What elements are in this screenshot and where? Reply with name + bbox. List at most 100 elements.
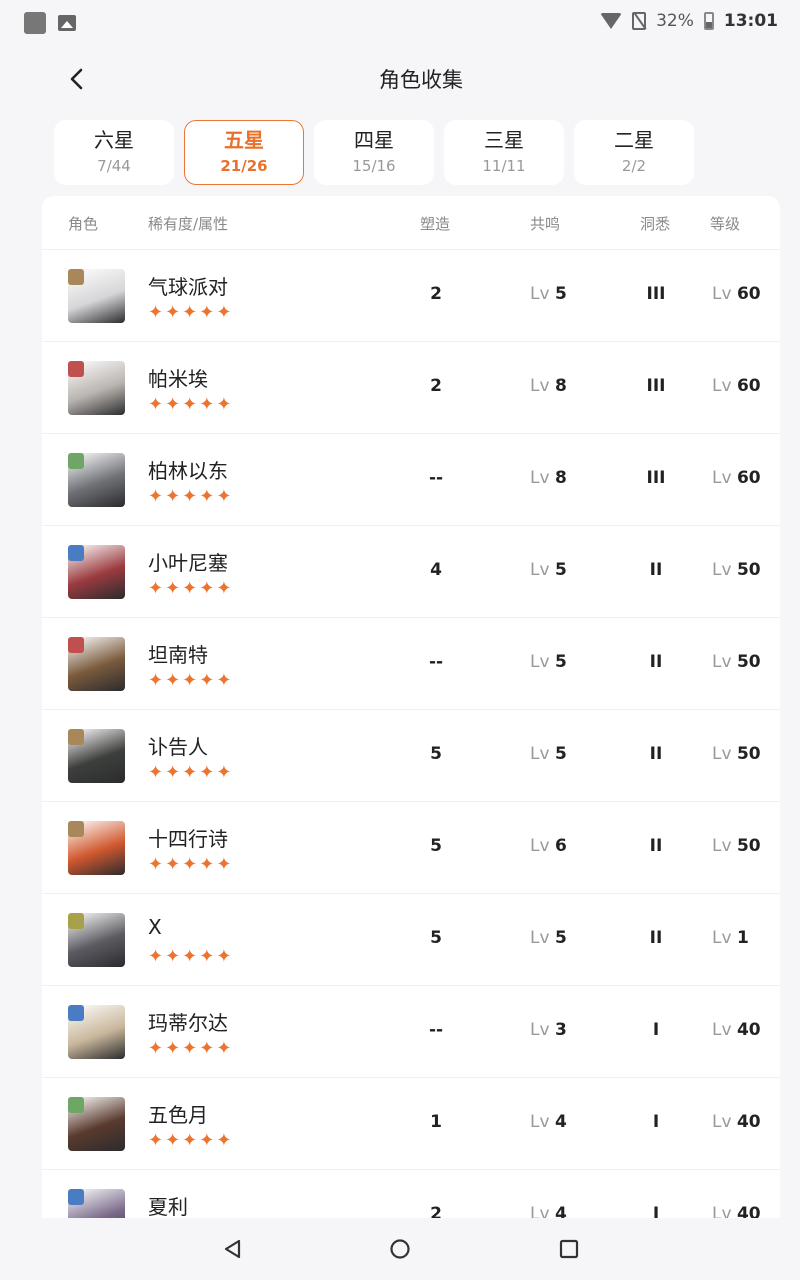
- lv-prefix: Lv: [712, 1204, 732, 1218]
- insight-value: III: [646, 468, 666, 488]
- resonance-number: 8: [554, 468, 567, 488]
- lv-prefix: Lv: [530, 1020, 550, 1040]
- table-row[interactable]: 小叶尼塞 ✦✦✦✦✦ 4 Lv 5 II Lv 50: [42, 526, 780, 618]
- level-number: 40: [736, 1020, 761, 1040]
- tab-label: 二星: [614, 128, 654, 152]
- insight-value: II: [649, 928, 663, 948]
- level-value: Lv 40: [712, 1204, 780, 1218]
- attribute-icon: [68, 729, 84, 745]
- character-name: 帕米埃: [148, 367, 208, 391]
- column-header-shaping: 塑造: [420, 215, 451, 233]
- tab-five-star[interactable]: 五星 21/26: [184, 120, 304, 185]
- level-number: 60: [736, 376, 761, 396]
- resonance-number: 4: [554, 1204, 567, 1218]
- character-name: 坦南特: [148, 643, 208, 667]
- tab-six-star[interactable]: 六星 7/44: [54, 120, 174, 185]
- insight-value: III: [646, 376, 666, 396]
- table-row[interactable]: 十四行诗 ✦✦✦✦✦ 5 Lv 6 II Lv 50: [42, 802, 780, 894]
- insight-value: I: [652, 1112, 660, 1132]
- table-body: 气球派对 ✦✦✦✦✦ 2 Lv 5 III Lv 60 帕米埃 ✦✦✦✦✦ 2 …: [42, 250, 780, 1218]
- shaping-value: 5: [430, 744, 442, 764]
- table-row[interactable]: 柏林以东 ✦✦✦✦✦ -- Lv 8 III Lv 60: [42, 434, 780, 526]
- resonance-value: Lv 5: [530, 560, 610, 580]
- nav-back-icon[interactable]: [222, 1238, 244, 1260]
- system-nav-bar: [0, 1218, 800, 1280]
- table-row[interactable]: 坦南特 ✦✦✦✦✦ -- Lv 5 II Lv 50: [42, 618, 780, 710]
- attribute-icon: [68, 821, 84, 837]
- lv-prefix: Lv: [530, 1112, 550, 1132]
- wifi-icon: [600, 13, 623, 29]
- lv-prefix: Lv: [712, 928, 732, 948]
- status-icons-left: [24, 12, 76, 34]
- rarity-stars: ✦✦✦✦✦: [148, 394, 234, 415]
- attribute-icon: [68, 1189, 84, 1205]
- resonance-number: 5: [554, 928, 567, 948]
- tab-count: 11/11: [482, 157, 526, 175]
- lv-prefix: Lv: [712, 284, 732, 304]
- character-table: 角色 稀有度/属性 塑造 共鸣 洞悉 等级 气球派对 ✦✦✦✦✦ 2 Lv 5 …: [42, 196, 780, 1218]
- lv-prefix: Lv: [530, 376, 550, 396]
- table-row[interactable]: X ✦✦✦✦✦ 5 Lv 5 II Lv 1: [42, 894, 780, 986]
- character-name: 夏利: [148, 1195, 188, 1218]
- lv-prefix: Lv: [530, 560, 550, 580]
- lv-prefix: Lv: [530, 928, 550, 948]
- tab-four-star[interactable]: 四星 15/16: [314, 120, 434, 185]
- rarity-stars: ✦✦✦✦✦: [148, 486, 234, 507]
- tab-label: 五星: [224, 128, 264, 152]
- resonance-number: 4: [554, 1112, 567, 1132]
- clock: 13:01: [723, 11, 778, 31]
- nav-recents-icon[interactable]: [558, 1238, 580, 1260]
- table-row[interactable]: 帕米埃 ✦✦✦✦✦ 2 Lv 8 III Lv 60: [42, 342, 780, 434]
- resonance-value: Lv 6: [530, 836, 610, 856]
- column-header-resonance: 共鸣: [530, 215, 561, 233]
- shaping-value: 2: [430, 376, 442, 396]
- battery-icon: [703, 12, 714, 30]
- resonance-value: Lv 4: [530, 1204, 610, 1218]
- app-notification-icon: [24, 12, 46, 34]
- header: 角色收集: [42, 44, 800, 116]
- level-value: Lv 60: [712, 468, 780, 488]
- shaping-value: --: [428, 1020, 444, 1040]
- lv-prefix: Lv: [530, 468, 550, 488]
- insight-value: I: [652, 1204, 660, 1218]
- shaping-value: --: [428, 652, 444, 672]
- character-name: 十四行诗: [148, 827, 228, 851]
- shaping-value: --: [428, 468, 444, 488]
- table-row[interactable]: 五色月 ✦✦✦✦✦ 1 Lv 4 I Lv 40: [42, 1078, 780, 1170]
- tab-label: 四星: [354, 128, 394, 152]
- attribute-icon: [68, 913, 84, 929]
- table-row[interactable]: 讣告人 ✦✦✦✦✦ 5 Lv 5 II Lv 50: [42, 710, 780, 802]
- level-value: Lv 50: [712, 652, 780, 672]
- rarity-tabs: 六星 7/44 五星 21/26 四星 15/16 三星 11/11 二星 2/…: [54, 120, 694, 185]
- resonance-value: Lv 3: [530, 1020, 610, 1040]
- resonance-number: 5: [554, 284, 567, 304]
- insight-value: I: [652, 1020, 660, 1040]
- rarity-stars: ✦✦✦✦✦: [148, 946, 234, 967]
- status-icons-right: 32% 13:01: [600, 11, 778, 31]
- character-name: X: [148, 915, 162, 939]
- tab-three-star[interactable]: 三星 11/11: [444, 120, 564, 185]
- attribute-icon: [68, 1005, 84, 1021]
- tab-count: 7/44: [97, 157, 131, 175]
- tab-two-star[interactable]: 二星 2/2: [574, 120, 694, 185]
- insight-value: II: [649, 652, 663, 672]
- table-row[interactable]: 夏利 ✦✦✦✦✦ 2 Lv 4 I Lv 40: [42, 1170, 780, 1218]
- image-notification-icon: [58, 15, 76, 31]
- table-row[interactable]: 玛蒂尔达 ✦✦✦✦✦ -- Lv 3 I Lv 40: [42, 986, 780, 1078]
- attribute-icon: [68, 453, 84, 469]
- lv-prefix: Lv: [530, 284, 550, 304]
- resonance-number: 6: [554, 836, 567, 856]
- resonance-value: Lv 5: [530, 928, 610, 948]
- column-header-role: 角色: [68, 215, 99, 233]
- character-name: 五色月: [148, 1103, 208, 1127]
- level-number: 60: [736, 468, 761, 488]
- attribute-icon: [68, 269, 84, 285]
- nav-home-icon[interactable]: [389, 1238, 411, 1260]
- resonance-value: Lv 5: [530, 284, 610, 304]
- resonance-value: Lv 5: [530, 744, 610, 764]
- table-row[interactable]: 气球派对 ✦✦✦✦✦ 2 Lv 5 III Lv 60: [42, 250, 780, 342]
- level-value: Lv 40: [712, 1112, 780, 1132]
- lv-prefix: Lv: [530, 836, 550, 856]
- tab-count: 2/2: [621, 157, 647, 175]
- level-number: 50: [736, 560, 761, 580]
